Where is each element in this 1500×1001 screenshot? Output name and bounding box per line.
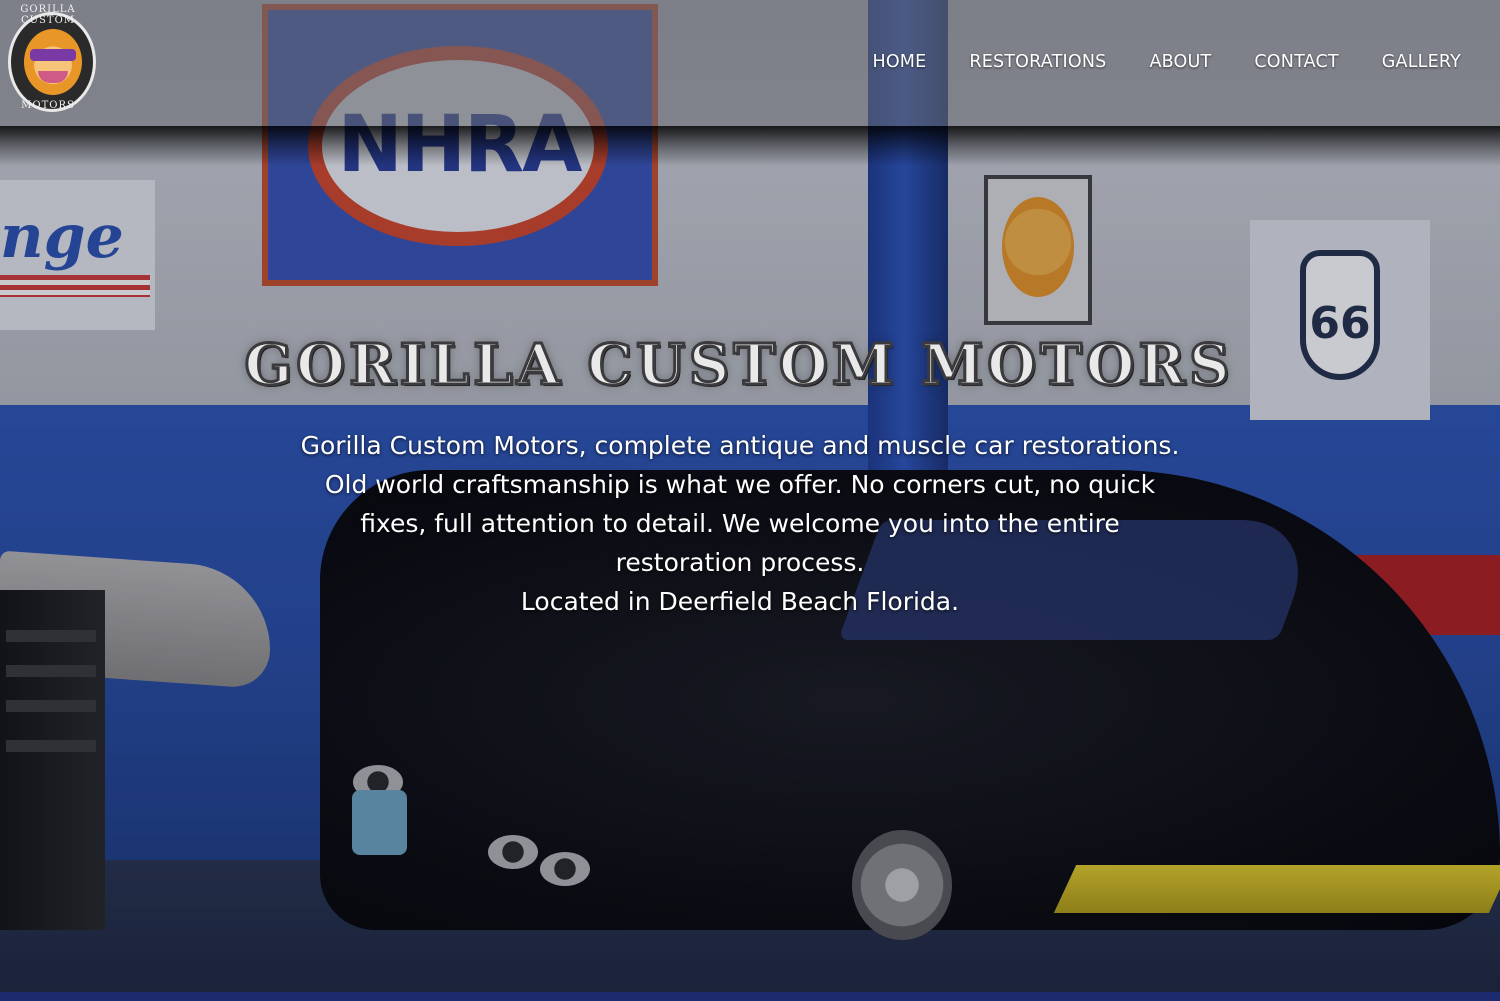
nav-contact[interactable]: CONTACT [1254,52,1338,72]
hero-description: Gorilla Custom Motors, complete antique … [300,431,1180,577]
nav-gallery[interactable]: GALLERY [1382,52,1461,72]
sunglasses-icon [30,49,76,61]
nav-restorations[interactable]: RESTORATIONS [969,52,1106,72]
header-shadow [0,126,1500,166]
hero-location: Located in Deerfield Beach Florida. [520,587,960,616]
bottom-strip [0,992,1500,1001]
logo-ring [8,12,96,112]
nav-about[interactable]: ABOUT [1149,52,1211,72]
nav-home[interactable]: HOME [872,52,926,72]
site-logo[interactable]: GORILLA CUSTOM MOTORS [0,2,100,118]
main-nav: HOME RESTORATIONS ABOUT CONTACT GALLERY [872,52,1461,72]
gorilla-logo-icon [24,29,82,95]
logo-text-top: GORILLA CUSTOM [20,4,76,26]
hero-title: GORILLA CUSTOM MOTORS [243,331,1234,400]
gorilla-mouth-icon [38,71,68,83]
site-header: GORILLA CUSTOM MOTORS HOME RESTORATIONS … [0,0,1500,126]
logo-text-bottom: MOTORS [21,100,75,111]
